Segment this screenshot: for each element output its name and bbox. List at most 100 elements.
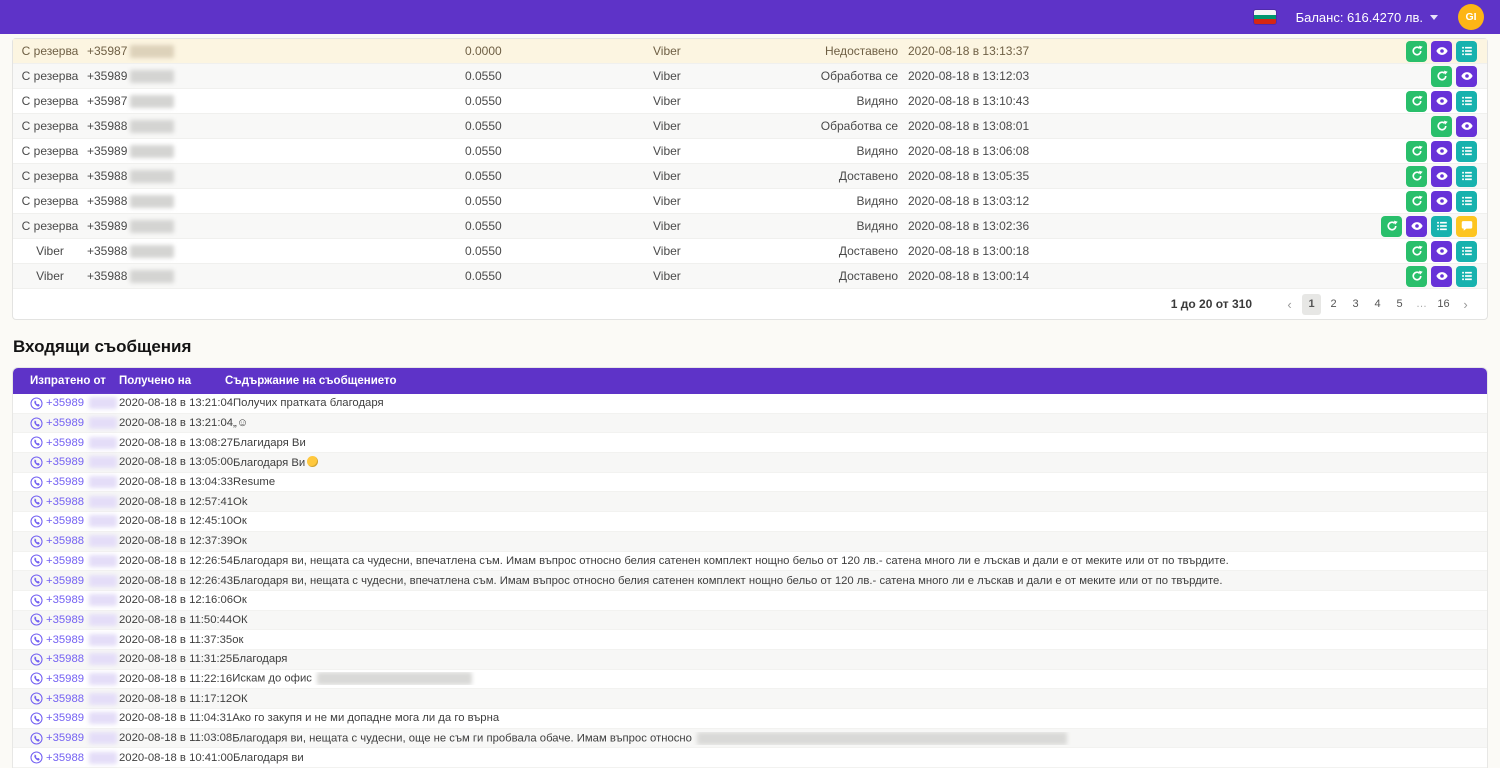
refresh-button[interactable]	[1381, 216, 1402, 237]
balance-dropdown[interactable]: Баланс: 616.4270 лв.	[1296, 10, 1438, 25]
view-button[interactable]	[1456, 66, 1477, 87]
refresh-button[interactable]	[1406, 166, 1427, 187]
refresh-button[interactable]	[1406, 91, 1427, 112]
status-cell: Доставено	[753, 169, 898, 183]
page-button[interactable]: 3	[1346, 294, 1365, 315]
sender-cell[interactable]: +35989	[13, 712, 119, 725]
details-button[interactable]	[1456, 166, 1477, 187]
viber-icon	[30, 495, 43, 508]
view-button[interactable]	[1431, 241, 1452, 262]
sender-cell[interactable]: +35989	[13, 574, 119, 587]
incoming-row: +359892020-08-18 в 12:45:10Ок	[13, 512, 1487, 532]
chat-button[interactable]	[1456, 216, 1477, 237]
received-at-cell: 2020-08-18 в 11:50:44	[119, 614, 232, 626]
viber-icon	[30, 436, 43, 449]
refresh-button[interactable]	[1406, 241, 1427, 262]
page-button[interactable]: 16	[1434, 294, 1453, 315]
details-button[interactable]	[1456, 191, 1477, 212]
details-button[interactable]	[1456, 91, 1477, 112]
sender-phone-prefix: +35989	[46, 417, 84, 429]
viber-icon	[30, 574, 43, 587]
received-at-cell: 2020-08-18 в 13:05:00	[119, 456, 233, 468]
avatar[interactable]: GI	[1458, 4, 1484, 30]
sender-cell[interactable]: +35989	[13, 476, 119, 489]
refresh-button[interactable]	[1431, 116, 1452, 137]
page-button[interactable]: 5	[1390, 294, 1409, 315]
page-button[interactable]: 2	[1324, 294, 1343, 315]
sender-cell[interactable]: +35989	[13, 633, 119, 646]
sender-cell[interactable]: +35989	[13, 672, 119, 685]
sender-cell[interactable]: +35989	[13, 436, 119, 449]
refresh-button[interactable]	[1406, 141, 1427, 162]
refresh-button[interactable]	[1406, 41, 1427, 62]
view-button[interactable]	[1431, 141, 1452, 162]
refresh-button[interactable]	[1406, 191, 1427, 212]
details-button[interactable]	[1456, 141, 1477, 162]
details-button[interactable]	[1456, 41, 1477, 62]
sender-cell[interactable]: +35989	[13, 594, 119, 607]
phone-redacted	[130, 120, 174, 133]
page-button[interactable]: 4	[1368, 294, 1387, 315]
outgoing-row: Viber+359880.0550ViberДоставено2020-08-1…	[13, 264, 1487, 289]
message-content-cell: Благодаря ви, нещата с чудесни, още не с…	[232, 732, 1487, 745]
view-button[interactable]	[1431, 41, 1452, 62]
phone-redacted	[130, 145, 174, 158]
sender-cell[interactable]: +35988	[13, 535, 119, 548]
phone-cell: +35988	[87, 244, 465, 258]
sender-cell[interactable]: +35988	[13, 751, 119, 764]
view-button[interactable]	[1431, 91, 1452, 112]
phone-cell: +35989	[87, 219, 465, 233]
sender-cell[interactable]: +35989	[13, 732, 119, 745]
prev-page-button[interactable]: ‹	[1280, 294, 1299, 315]
viber-icon	[30, 653, 43, 666]
received-at-cell: 2020-08-18 в 11:03:08	[119, 732, 232, 744]
view-button[interactable]	[1406, 216, 1427, 237]
list-icon	[1461, 245, 1473, 257]
incoming-row: +359892020-08-18 в 13:08:27Благидаря Ви	[13, 433, 1487, 453]
incoming-table-body: +359892020-08-18 в 13:21:04Получих пратк…	[13, 394, 1487, 768]
timestamp-cell: 2020-08-18 в 13:10:43	[898, 94, 1048, 108]
refresh-button[interactable]	[1431, 66, 1452, 87]
sender-cell[interactable]: +35989	[13, 417, 119, 430]
list-icon	[1461, 170, 1473, 182]
sender-cell[interactable]: +35989	[13, 456, 119, 469]
sender-cell[interactable]: +35989	[13, 613, 119, 626]
sender-phone-redacted	[89, 397, 117, 409]
channel-cell: С резерва	[13, 94, 87, 108]
refresh-icon	[1411, 270, 1423, 282]
viber-icon	[30, 751, 43, 764]
status-cell: Доставено	[753, 244, 898, 258]
sender-phone-prefix: +35989	[46, 555, 84, 567]
sender-cell[interactable]: +35989	[13, 554, 119, 567]
details-button[interactable]	[1431, 216, 1452, 237]
sender-phone-prefix: +35989	[46, 515, 84, 527]
channel-cell: С резерва	[13, 194, 87, 208]
refresh-button[interactable]	[1406, 266, 1427, 287]
sender-cell[interactable]: +35988	[13, 495, 119, 508]
sender-cell[interactable]: +35988	[13, 692, 119, 705]
sender-cell[interactable]: +35989	[13, 397, 119, 410]
sender-phone-redacted	[89, 575, 117, 587]
list-icon	[1461, 145, 1473, 157]
phone-prefix: +35987	[87, 94, 127, 108]
sender-cell[interactable]: +35988	[13, 653, 119, 666]
received-at-cell: 2020-08-18 в 13:21:04	[119, 397, 233, 409]
balance-label: Баланс: 616.4270 лв.	[1296, 10, 1423, 25]
timestamp-cell: 2020-08-18 в 13:00:14	[898, 269, 1048, 283]
view-button[interactable]	[1431, 166, 1452, 187]
bulgaria-flag-icon[interactable]	[1254, 10, 1276, 24]
next-page-button[interactable]: ›	[1456, 294, 1475, 315]
view-button[interactable]	[1431, 191, 1452, 212]
details-button[interactable]	[1456, 266, 1477, 287]
sender-cell[interactable]: +35989	[13, 515, 119, 528]
refresh-icon	[1436, 70, 1448, 82]
message-text: Благодаря ви, нещата са чудесни, впечатл…	[233, 555, 1229, 567]
details-button[interactable]	[1456, 241, 1477, 262]
message-content-cell: Ако го закупя и не ми допадне мога ли да…	[232, 712, 1487, 724]
view-button[interactable]	[1456, 116, 1477, 137]
message-content-cell: Resume	[233, 476, 1487, 488]
page-button[interactable]: 1	[1302, 294, 1321, 315]
received-at-cell: 2020-08-18 в 12:16:06	[119, 594, 233, 606]
message-content-cell: „☺	[233, 417, 1487, 429]
view-button[interactable]	[1431, 266, 1452, 287]
